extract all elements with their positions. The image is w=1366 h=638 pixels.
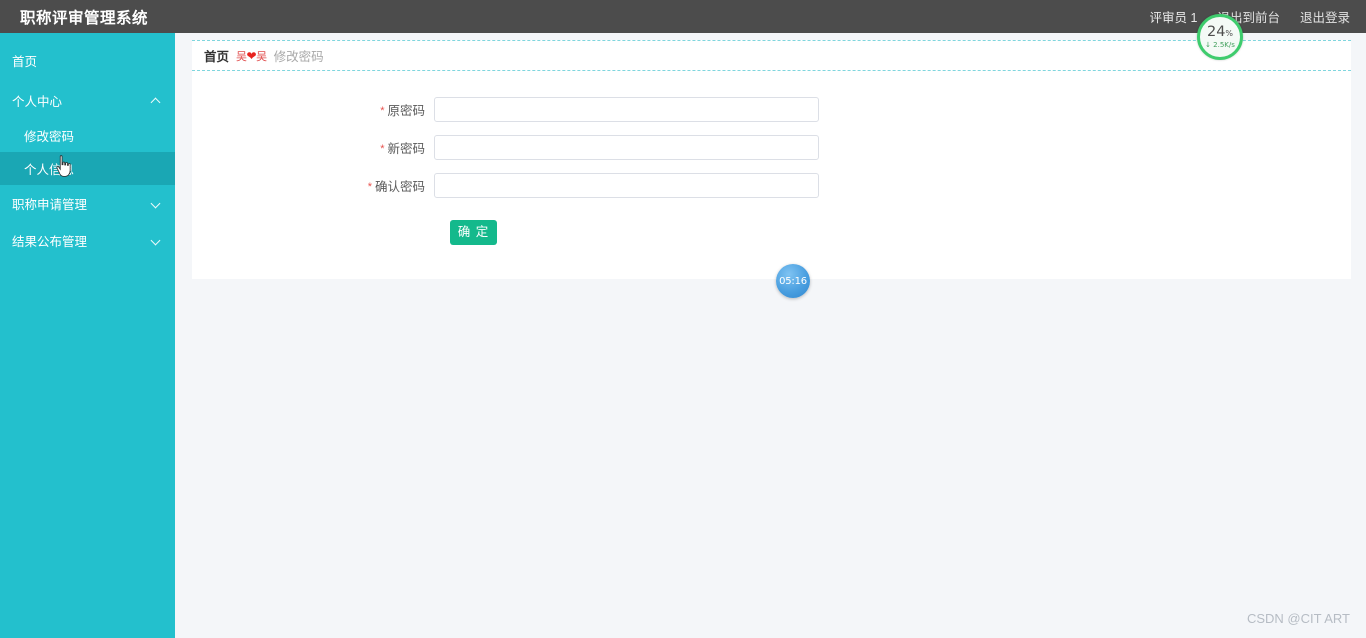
network-monitor-widget[interactable]: 24% ↓ 2.5K/s — [1197, 14, 1243, 60]
required-asterisk-icon: * — [380, 142, 385, 155]
app-title: 职称评审管理系统 — [20, 9, 149, 27]
confirm-password-label: * 确认密码 — [192, 176, 434, 195]
old-password-label: * 原密码 — [192, 100, 434, 119]
sidebar-item-label: 结果公布管理 — [12, 235, 88, 249]
confirm-password-input[interactable] — [434, 172, 819, 198]
breadcrumb: 首页 吴 ❤ 吴 修改密码 — [192, 40, 1351, 71]
clock-time-label: 05:16 — [779, 275, 807, 287]
chevron-down-icon — [152, 199, 161, 208]
sidebar-item-label: 首页 — [12, 54, 38, 69]
confirm-password-label-text: 确认密码 — [374, 179, 425, 194]
form-actions: 确 定 — [192, 220, 1351, 245]
breadcrumb-current: 修改密码 — [273, 50, 324, 64]
required-asterisk-icon: * — [380, 104, 385, 117]
form-row-old-password: * 原密码 — [192, 96, 1351, 122]
content-panel: 首页 吴 ❤ 吴 修改密码 * 原密码 * 新密码 * 确认密码 确 定 — [192, 40, 1351, 279]
breadcrumb-separator-decoration: 吴 ❤ 吴 — [236, 48, 267, 64]
network-usage-percent: 24% — [1206, 23, 1234, 40]
chevron-up-icon — [152, 96, 161, 105]
watermark-label: CSDN @CIT ART — [1246, 611, 1350, 626]
sidebar-item-label: 职称申请管理 — [12, 198, 88, 212]
new-password-label: * 新密码 — [192, 138, 434, 157]
clock-widget[interactable]: 05:16 — [776, 264, 810, 298]
change-password-form: * 原密码 * 新密码 * 确认密码 确 定 — [192, 71, 1351, 279]
heart-icon: ❤ — [246, 48, 257, 63]
sidebar-item-label: 个人信息 — [24, 163, 75, 177]
sidebar-group-result-publish[interactable]: 结果公布管理 — [0, 222, 175, 259]
sidebar-group-title-application[interactable]: 职称申请管理 — [0, 185, 175, 222]
header-actions: 评审员 1 退出到前台 退出登录 — [1150, 7, 1350, 26]
top-header-bar: 职称评审管理系统 评审员 1 退出到前台 退出登录 — [0, 0, 1366, 33]
sidebar-group-personal-center[interactable]: 个人中心 — [0, 82, 175, 119]
current-user-label: 评审员 1 — [1149, 11, 1198, 25]
network-speed-label: ↓ 2.5K/s — [1205, 41, 1235, 50]
breadcrumb-home[interactable]: 首页 — [204, 46, 229, 65]
logout-link[interactable]: 退出登录 — [1300, 7, 1350, 26]
new-password-label-text: 新密码 — [387, 141, 425, 156]
submit-button[interactable]: 确 定 — [450, 220, 497, 245]
required-asterisk-icon: * — [367, 180, 372, 193]
breadcrumb-sep-left: 吴 — [236, 50, 247, 63]
main-content: 首页 吴 ❤ 吴 修改密码 * 原密码 * 新密码 * 确认密码 确 定 — [175, 33, 1366, 638]
sidebar-item-label: 个人中心 — [12, 95, 63, 109]
chevron-down-icon — [152, 236, 161, 245]
form-row-confirm-password: * 确认密码 — [192, 172, 1351, 198]
new-password-input[interactable] — [434, 134, 819, 160]
old-password-input[interactable] — [434, 96, 819, 122]
sidebar-item-change-password[interactable]: 修改密码 — [0, 119, 175, 152]
sidebar-nav: 首页 个人中心 修改密码 个人信息 职称申请管理 结果公布管理 — [0, 33, 175, 638]
breadcrumb-sep-right: 吴 — [256, 50, 267, 63]
old-password-label-text: 原密码 — [387, 103, 425, 118]
sidebar-item-home[interactable]: 首页 — [0, 42, 175, 78]
sidebar-item-label: 修改密码 — [24, 130, 75, 144]
form-row-new-password: * 新密码 — [192, 134, 1351, 160]
sidebar-item-personal-info[interactable]: 个人信息 — [0, 152, 175, 185]
